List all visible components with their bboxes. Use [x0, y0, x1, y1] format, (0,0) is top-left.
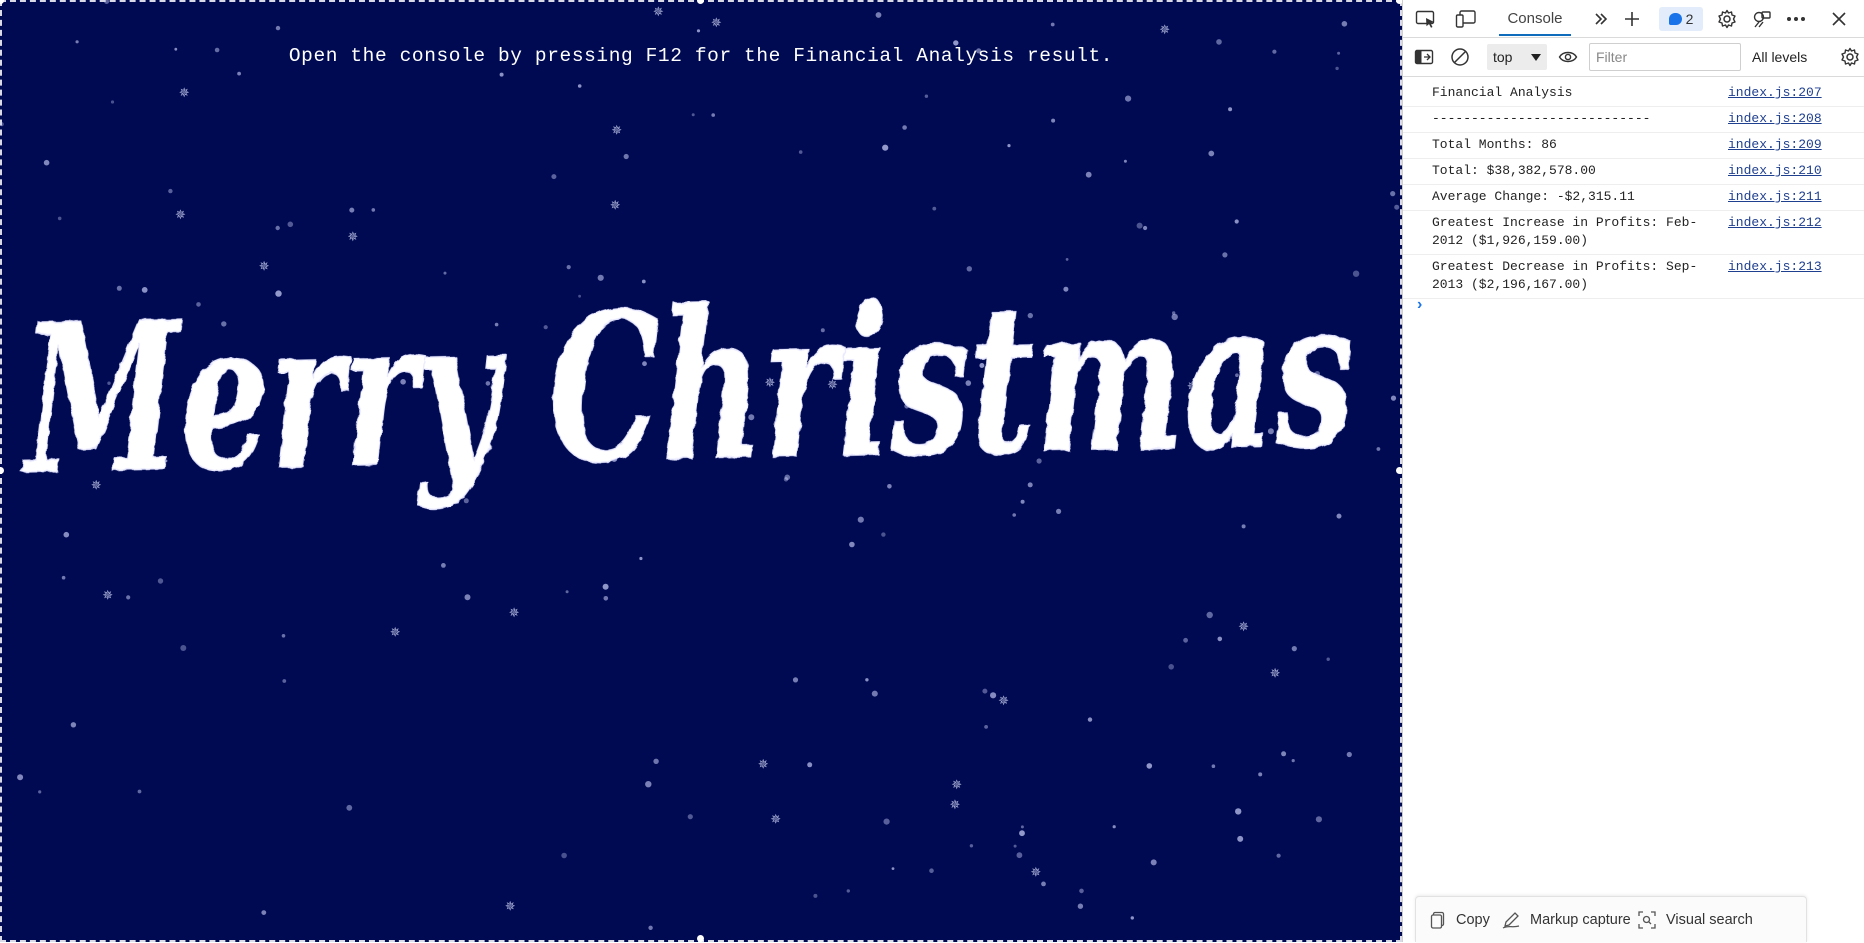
log-entry: Greatest Increase in Profits: Feb-2012 (…: [1403, 211, 1864, 255]
log-entry: Total: $38,382,578.00 index.js:210: [1403, 159, 1864, 185]
gear-icon[interactable]: [1837, 44, 1863, 70]
log-message: Average Change: -$2,315.11: [1432, 189, 1635, 204]
log-source-link[interactable]: index.js:213: [1728, 258, 1822, 276]
log-entry: Average Change: -$2,315.11 index.js:211: [1403, 185, 1864, 211]
context-selector[interactable]: top: [1487, 44, 1547, 70]
markup-capture-button[interactable]: Markup capture: [1502, 897, 1631, 943]
copy-label: Copy: [1456, 912, 1490, 928]
sidebar-toggle-icon[interactable]: [1411, 44, 1437, 70]
tab-console[interactable]: Console: [1495, 0, 1575, 38]
page-viewport: ✵ ✵ ✵ ✵ ✵ ✵ ✵ ✵ ✵ ✵ ✵ ✵ ✵ ✵ ✵ ✵ ✵ ✵ ✵ ✵ ✵ ✵ ✵ ✵ ✵ ✵ Open the cons…: [0, 0, 1402, 942]
copy-icon: [1430, 911, 1445, 929]
log-message: Financial Analysis: [1432, 85, 1573, 100]
double-chevron-right-icon[interactable]: [1588, 6, 1614, 32]
log-entry: Greatest Decrease in Profits: Sep-2013 (…: [1403, 255, 1864, 299]
log-source-link[interactable]: index.js:211: [1728, 188, 1822, 206]
visual-search-label: Visual search: [1666, 912, 1753, 928]
visual-search-icon: [1638, 911, 1656, 929]
visual-search-button[interactable]: Visual search: [1638, 897, 1753, 943]
gear-icon[interactable]: [1714, 6, 1740, 32]
capture-toolbar: Copy Markup capture Visual search: [1415, 896, 1807, 942]
log-levels-dropdown[interactable]: All levels: [1752, 38, 1807, 76]
console-log: Financial Analysis index.js:207 --------…: [1403, 81, 1864, 299]
merry-christmas-heading: Merry Christmas: [17, 252, 1357, 521]
close-icon[interactable]: [1826, 6, 1852, 32]
log-message: Total Months: 86: [1432, 137, 1557, 152]
plus-icon[interactable]: [1619, 6, 1645, 32]
log-source-link[interactable]: index.js:209: [1728, 136, 1822, 154]
log-message: Total: $38,382,578.00: [1432, 163, 1596, 178]
log-message: ----------------------------: [1432, 111, 1651, 126]
caret-down-icon: [1531, 54, 1541, 61]
pen-icon: [1502, 912, 1520, 929]
issues-count: 2: [1685, 11, 1694, 27]
log-source-link[interactable]: index.js:212: [1728, 214, 1822, 232]
log-entry: ---------------------------- index.js:20…: [1403, 107, 1864, 133]
devtools-tab-bar: Console 2: [1403, 0, 1864, 38]
console-prompt-chevron-icon[interactable]: ›: [1417, 296, 1422, 314]
devtools-panel: Console 2 top Filter All levels Financia…: [1402, 0, 1864, 942]
customize-icon[interactable]: [1749, 6, 1775, 32]
message-icon: [1668, 13, 1682, 25]
clear-console-icon[interactable]: [1447, 44, 1473, 70]
log-entry: Financial Analysis index.js:207: [1403, 81, 1864, 107]
selection-handle[interactable]: [697, 935, 704, 942]
copy-button[interactable]: Copy: [1430, 897, 1490, 943]
inspect-element-icon[interactable]: [1413, 6, 1439, 32]
console-toolbar: top All levels: [1403, 38, 1864, 77]
markup-capture-label: Markup capture: [1530, 912, 1631, 928]
context-value: top: [1493, 49, 1513, 65]
log-source-link[interactable]: index.js:208: [1728, 110, 1822, 128]
more-horizontal-icon[interactable]: [1783, 6, 1809, 32]
issues-badge[interactable]: 2: [1659, 7, 1703, 31]
log-message: Greatest Increase in Profits: Feb-2012 (…: [1432, 215, 1698, 248]
device-emulation-icon[interactable]: [1453, 6, 1479, 32]
log-message: Greatest Decrease in Profits: Sep-2013 (…: [1432, 259, 1698, 292]
log-source-link[interactable]: index.js:207: [1728, 84, 1822, 102]
log-source-link[interactable]: index.js:210: [1728, 162, 1822, 180]
greeting-text: Merry Christmas: [18, 253, 1357, 521]
log-entry: Total Months: 86 index.js:209: [1403, 133, 1864, 159]
eye-icon[interactable]: [1555, 44, 1581, 70]
filter-input[interactable]: [1589, 43, 1741, 71]
